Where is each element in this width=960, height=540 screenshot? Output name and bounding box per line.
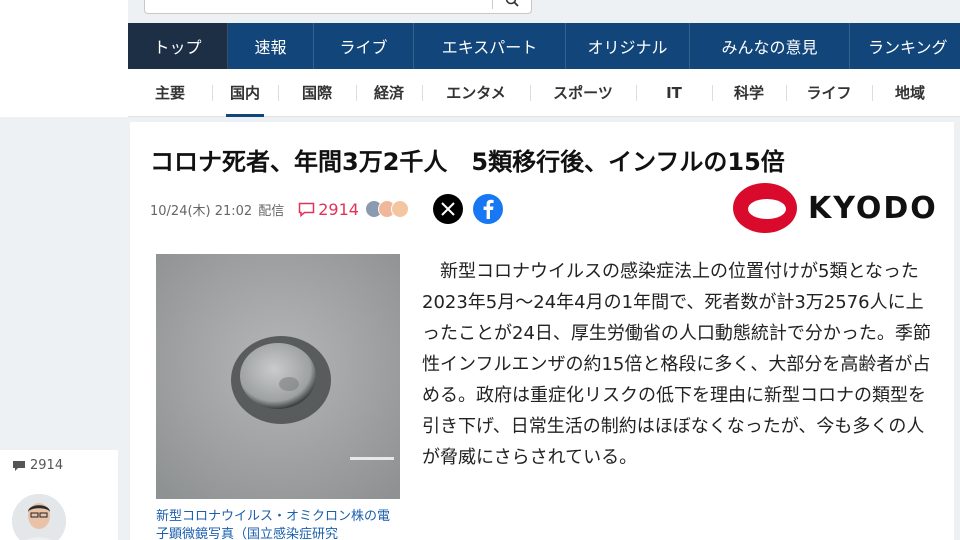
category-tab-sports[interactable]: スポーツ [530, 69, 636, 117]
share-x-button[interactable] [432, 194, 463, 224]
search-input[interactable] [144, 0, 532, 14]
search-icon[interactable] [505, 0, 519, 7]
search-divider [492, 0, 493, 9]
main-nav-opinions[interactable]: みんなの意見 [690, 23, 850, 69]
category-nav: 主要 国内 国際 経済 エンタメ スポーツ IT 科学 ライフ 地域 [128, 69, 960, 117]
person-photo-icon [12, 494, 66, 540]
article-headline: コロナ死者、年間3万2千人 5類移行後、インフルの15倍 [150, 148, 785, 176]
commenter-avatars[interactable] [364, 200, 409, 218]
kyodo-logo-icon [733, 183, 797, 233]
category-tab-international[interactable]: 国際 [278, 69, 356, 117]
category-tab-economy[interactable]: 経済 [356, 69, 422, 117]
category-tab-science[interactable]: 科学 [712, 69, 786, 117]
category-tab-entertainment[interactable]: エンタメ [422, 69, 530, 117]
category-tab-it[interactable]: IT [636, 69, 712, 117]
share-facebook-button[interactable] [472, 194, 503, 224]
publish-label: 配信 [258, 203, 285, 219]
left-gutter [0, 0, 128, 117]
main-nav-original[interactable]: オリジナル [566, 23, 690, 69]
side-comment-count: 2914 [30, 458, 64, 473]
comments-link[interactable]: 2914 [298, 200, 359, 219]
article-card: コロナ死者、年間3万2千人 5類移行後、インフルの15倍 10/24(木) 21… [130, 122, 954, 540]
side-comment-link[interactable]: 2914 [12, 458, 63, 473]
main-nav-breaking[interactable]: 速報 [228, 23, 314, 69]
category-tab-domestic[interactable]: 国内 [212, 69, 278, 117]
article-meta: 10/24(木) 21:02 配信 2914 [150, 194, 503, 224]
main-nav-live[interactable]: ライブ [314, 23, 414, 69]
comment-icon [298, 202, 315, 217]
main-nav-expert[interactable]: エキスパート [414, 23, 566, 69]
publisher-name: KYODO [808, 190, 938, 226]
x-logo-icon [441, 202, 455, 216]
article-photo[interactable] [156, 254, 400, 499]
publish-date: 10/24(木) 21:02 [150, 203, 253, 219]
category-tab-life[interactable]: ライフ [786, 69, 872, 117]
photo-caption[interactable]: 新型コロナウイルス・オミクロン株の電子顕微鏡写真（国立感染症研究 [156, 508, 400, 540]
category-tab-local[interactable]: 地域 [872, 69, 948, 117]
facebook-logo-icon [483, 199, 494, 219]
scale-bar [350, 457, 394, 460]
publisher-logo[interactable]: KYODO [732, 182, 938, 234]
article-body: 新型コロナウイルスの感染症法上の位置付けが5類となった2023年5月～24年4月… [422, 261, 931, 468]
comment-icon [13, 460, 25, 471]
virus-micrograph-image [156, 254, 400, 499]
comment-count: 2914 [318, 199, 359, 219]
category-tab-main[interactable]: 主要 [128, 69, 212, 117]
commenter-avatar [390, 200, 409, 218]
main-nav-top[interactable]: トップ [128, 23, 228, 69]
main-nav: トップ 速報 ライブ エキスパート オリジナル みんなの意見 ランキング [128, 23, 960, 69]
user-avatar[interactable] [12, 494, 66, 540]
side-comment-widget: 2914 [0, 450, 118, 540]
main-nav-ranking[interactable]: ランキング [850, 23, 960, 69]
